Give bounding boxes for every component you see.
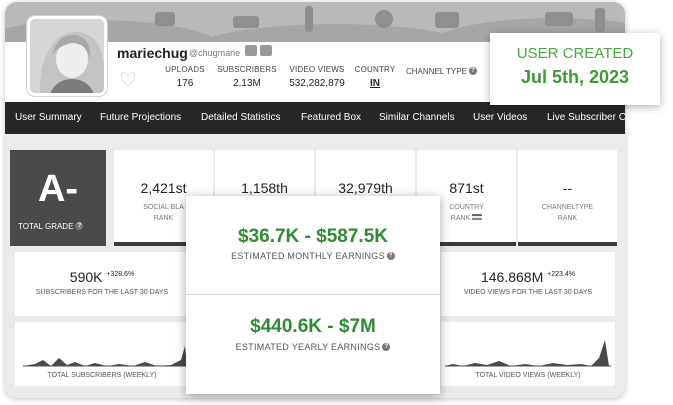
channel-handle: @chugmarie <box>189 48 241 58</box>
stat-subscribers: SUBSCRIBERS 2.13M <box>217 65 277 89</box>
avatar <box>27 16 107 96</box>
social-stats-icon[interactable] <box>245 45 257 56</box>
rank-bar <box>518 242 617 246</box>
rank-card: -- CHANNELTYPE RANK <box>518 150 617 246</box>
total-grade-card: A- TOTAL GRADE? <box>10 150 106 246</box>
stat-channel-type: CHANNEL TYPE? <box>406 67 477 76</box>
subscribers-30-days-card: 590K +328.6% SUBSCRIBERS FOR THE LAST 30… <box>15 252 189 316</box>
help-icon[interactable]: ? <box>75 222 84 230</box>
tab-featured-box[interactable]: Featured Box <box>301 112 361 123</box>
views-30-days-card: 146.868M +223.4% VIDEO VIEWS FOR THE LAS… <box>441 252 615 316</box>
section-nav: User Summary Future Projections Detailed… <box>5 102 625 134</box>
tab-similar-channels[interactable]: Similar Channels <box>379 112 455 123</box>
user-created-date: Jul 5th, 2023 <box>520 67 630 87</box>
favorite-heart-icon[interactable]: ♡ <box>119 68 137 93</box>
divider <box>186 294 440 295</box>
country-link[interactable]: IN <box>353 78 397 89</box>
country-flag-icon <box>472 214 483 220</box>
tab-user-videos[interactable]: User Videos <box>473 112 527 123</box>
yearly-earnings-label: ESTIMATED YEARLY EARNINGS <box>235 342 381 352</box>
tab-detailed-statistics[interactable]: Detailed Statistics <box>201 112 280 123</box>
stat-country: COUNTRY IN <box>353 65 397 89</box>
help-icon[interactable]: ? <box>468 67 477 75</box>
user-created-callout: USER CREATED Jul 5th, 2023 <box>490 33 660 105</box>
yearly-earnings-range: $440.6K - $7M <box>250 316 376 337</box>
tab-user-summary[interactable]: User Summary <box>15 112 82 123</box>
views-30-days-label: VIDEO VIEWS FOR THE LAST 30 DAYS <box>463 289 593 296</box>
channel-name[interactable]: mariechug <box>117 45 188 61</box>
help-icon[interactable]: ? <box>382 343 391 351</box>
user-created-label: USER CREATED <box>516 45 634 62</box>
subscribers-30-days-change: +328.6% <box>106 271 135 278</box>
estimated-earnings-card: $36.7K - $587.5K ESTIMATED MONTHLY EARNI… <box>186 196 440 394</box>
monthly-earnings-label: ESTIMATED MONTHLY EARNINGS <box>231 251 385 261</box>
views-30-days-value: 146.868M <box>480 269 544 285</box>
subscribers-30-days-label: SUBSCRIBERS FOR THE LAST 30 DAYS <box>35 289 169 296</box>
subscribers-graph-label: TOTAL SUBSCRIBERS (WEEKLY) <box>47 372 157 379</box>
grade-value: A- <box>37 168 79 210</box>
stat-uploads: UPLOADS 176 <box>165 65 205 89</box>
grade-label: TOTAL GRADE <box>18 222 74 231</box>
monthly-earnings-range: $36.7K - $587.5K <box>238 226 388 247</box>
subscribers-30-days-value: 590K <box>69 269 103 285</box>
views-graph-label: TOTAL VIDEO VIEWS (WEEKLY) <box>475 372 581 379</box>
tab-future-projections[interactable]: Future Projections <box>100 112 181 123</box>
views-30-days-change: +223.4% <box>547 271 575 278</box>
profile-photo <box>30 19 104 93</box>
views-weekly-graph[interactable]: TOTAL VIDEO VIEWS (WEEKLY) <box>441 322 615 386</box>
stat-video-views: VIDEO VIEWS 532,282,879 <box>289 65 345 89</box>
help-icon[interactable]: ? <box>386 252 395 260</box>
youtube-icon[interactable] <box>260 45 272 56</box>
subscribers-weekly-graph[interactable]: TOTAL SUBSCRIBERS (WEEKLY) <box>15 322 189 386</box>
tab-live-subscriber-count[interactable]: Live Subscriber C <box>547 112 625 123</box>
